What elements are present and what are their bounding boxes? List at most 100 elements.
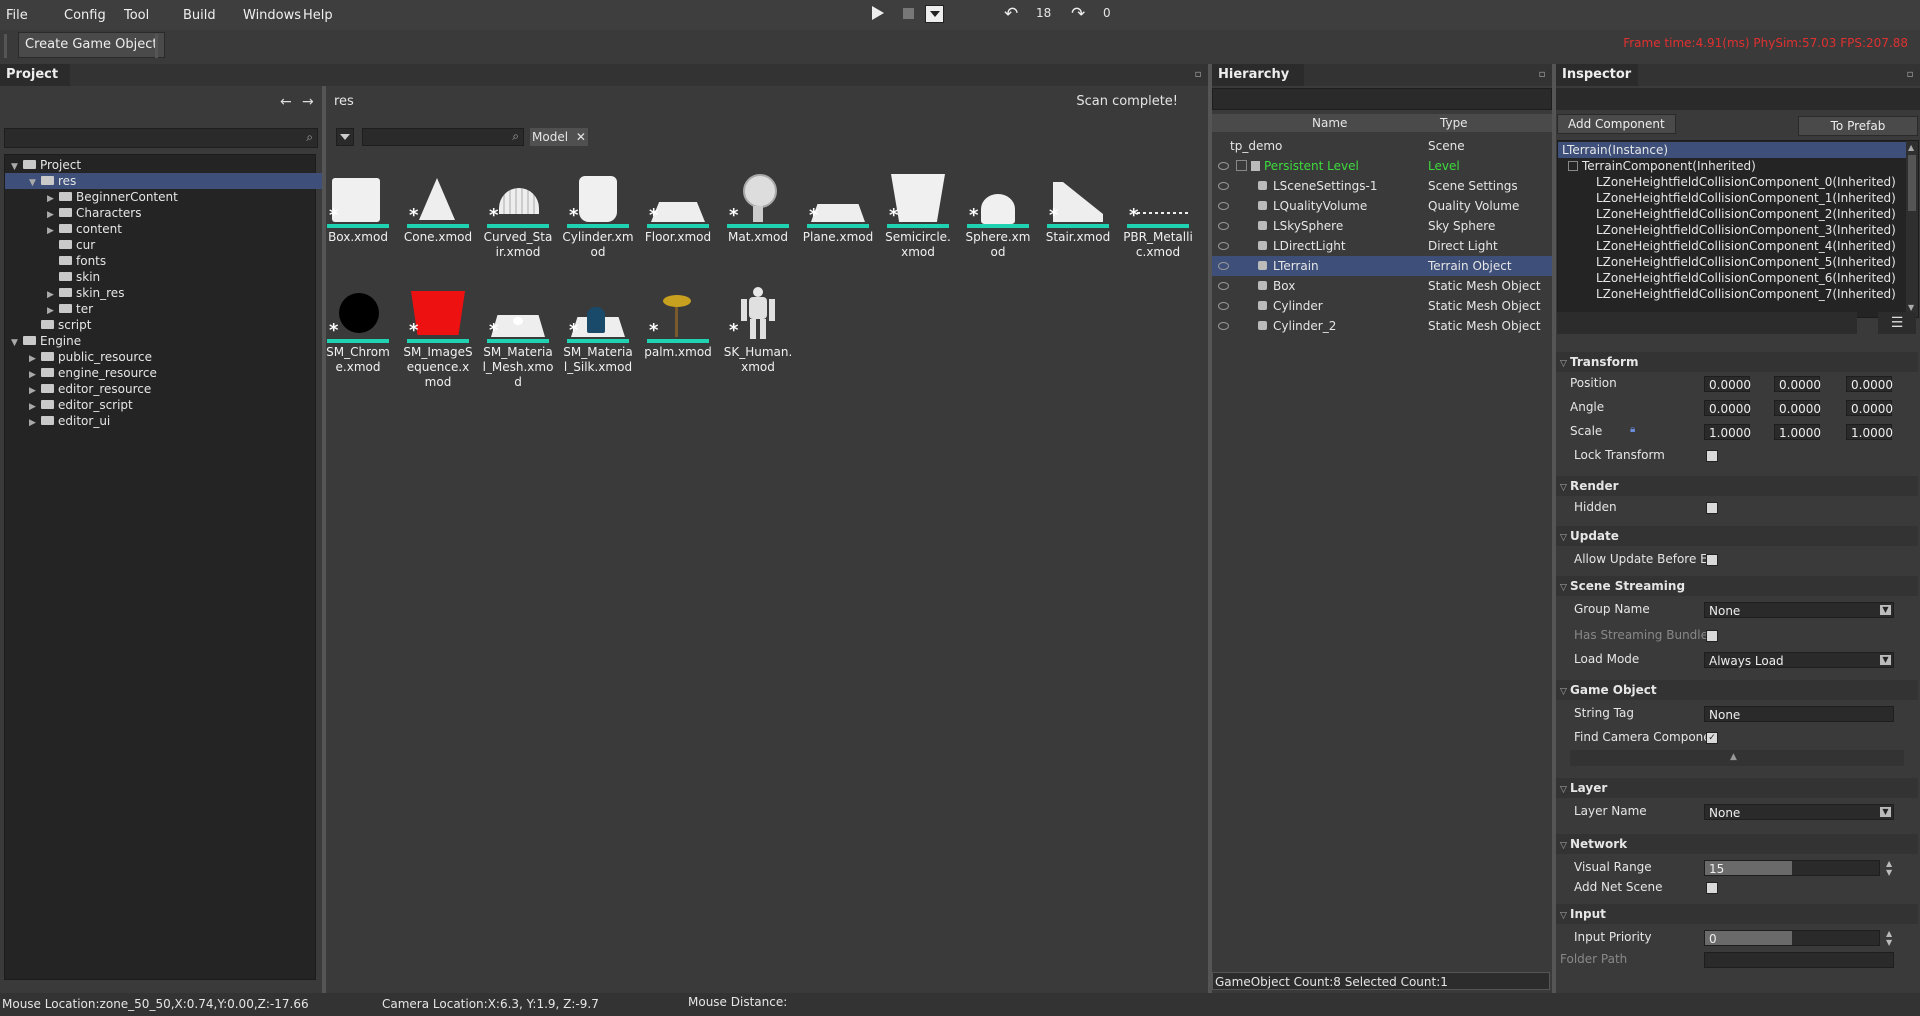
string-tag-input[interactable]: None <box>1704 706 1894 722</box>
hierarchy-row[interactable]: tp_demo Scene <box>1212 136 1552 156</box>
create-game-object-button[interactable]: Create Game Object <box>18 32 165 58</box>
hierarchy-row[interactable]: LQualityVolume Quality Volume <box>1212 196 1552 216</box>
hierarchy-row[interactable]: Persistent Level Level <box>1212 156 1552 176</box>
add-component-button[interactable]: Add Component <box>1557 114 1676 134</box>
transform-section-header[interactable]: ▽ Transform <box>1556 352 1918 372</box>
load-mode-select[interactable]: Always Load ▼ <box>1704 652 1894 668</box>
eye-icon[interactable] <box>1218 282 1229 290</box>
angle-z-field[interactable]: 0.0000 <box>1846 400 1893 416</box>
scale-z-field[interactable]: 1.0000 <box>1846 424 1893 440</box>
component-item[interactable]: LZoneHeightfieldCollisionComponent_2(Inh… <box>1558 206 1918 222</box>
hierarchy-row[interactable]: Cylinder Static Mesh Object <box>1212 296 1552 316</box>
menu-help[interactable]: Help <box>303 8 333 23</box>
collapse-icon[interactable] <box>1236 160 1247 171</box>
close-icon[interactable]: ✕ <box>576 130 586 144</box>
component-item[interactable]: LZoneHeightfieldCollisionComponent_7(Inh… <box>1558 286 1918 302</box>
eye-icon[interactable] <box>1218 302 1229 310</box>
allow-update-checkbox[interactable] <box>1706 554 1718 566</box>
asset-item[interactable]: * SM_Material_Silk.xmod <box>562 287 634 375</box>
tree-item[interactable]: ▶ Characters <box>5 205 355 221</box>
hierarchy-row[interactable]: Box Static Mesh Object <box>1212 276 1552 296</box>
forward-arrow-icon[interactable]: → <box>302 94 314 110</box>
menu-windows[interactable]: Windows <box>243 8 301 23</box>
visual-range-spinbox[interactable]: 15 <box>1704 860 1880 876</box>
filter-dropdown[interactable] <box>336 128 354 146</box>
component-item[interactable]: LTerrain(Instance) <box>1558 142 1908 158</box>
position-z-field[interactable]: 0.0000 <box>1846 376 1893 392</box>
asset-item[interactable]: * Semicircle.xmod <box>882 172 954 260</box>
folder-path-input[interactable] <box>1704 952 1894 968</box>
asset-item[interactable]: * Cylinder.xmod <box>562 172 634 260</box>
asset-item[interactable]: * palm.xmod <box>642 287 714 360</box>
hierarchy-row[interactable]: LSkySphere Sky Sphere <box>1212 216 1552 236</box>
lock-icon[interactable]: 🔒︎ <box>1630 424 1635 435</box>
asset-item[interactable]: * Box.xmod <box>322 172 394 245</box>
eye-icon[interactable] <box>1218 182 1229 190</box>
tree-item[interactable]: ▶ editor_resource <box>5 381 337 397</box>
input-priority-spinbox[interactable]: 0 <box>1704 930 1880 946</box>
list-menu-icon[interactable]: ☰ <box>1878 312 1916 334</box>
redo-icon[interactable]: ↷ <box>1071 4 1085 24</box>
undo-icon[interactable]: ↶ <box>1004 4 1018 24</box>
eye-icon[interactable] <box>1218 262 1229 270</box>
pin-icon[interactable]: ▫ <box>1192 69 1204 81</box>
has-streaming-bundle-checkbox[interactable] <box>1706 630 1718 642</box>
add-net-scene-checkbox[interactable] <box>1706 882 1718 894</box>
asset-item[interactable]: * Sphere.xmod <box>962 172 1034 260</box>
scrollbar[interactable]: ▲ ▼ <box>1906 141 1918 317</box>
stop-icon[interactable] <box>903 8 914 19</box>
play-mode-dropdown[interactable] <box>925 5 944 23</box>
expand-right-icon[interactable]: ▶ <box>29 415 39 431</box>
asset-item[interactable]: * Mat.xmod <box>722 172 794 245</box>
asset-item[interactable]: * Floor.xmod <box>642 172 714 245</box>
menu-config[interactable]: Config <box>64 8 106 23</box>
asset-search-input[interactable]: ⌕ <box>362 128 524 146</box>
angle-x-field[interactable]: 0.0000 <box>1704 400 1751 416</box>
position-x-field[interactable]: 0.0000 <box>1704 376 1751 392</box>
input-section-header[interactable]: ▽ Input <box>1556 904 1918 924</box>
collapse-up-icon[interactable]: ▲ <box>1730 752 1737 762</box>
asset-item[interactable]: * Cone.xmod <box>402 172 474 245</box>
tree-item[interactable]: cur <box>5 237 355 253</box>
spin-arrows-icon[interactable]: ▲ ▼ <box>1886 859 1892 877</box>
column-type[interactable]: Type <box>1440 114 1468 132</box>
lock-transform-checkbox[interactable] <box>1706 450 1718 462</box>
eye-icon[interactable] <box>1218 162 1229 170</box>
scale-x-field[interactable]: 1.0000 <box>1704 424 1751 440</box>
tree-item[interactable]: ▶ engine_resource <box>5 365 337 381</box>
play-icon[interactable] <box>872 6 884 20</box>
asset-item[interactable]: * SM_Material_Mesh.xmod <box>482 287 554 390</box>
network-section-header[interactable]: ▽ Network <box>1556 834 1918 854</box>
update-section-header[interactable]: ▽ Update <box>1556 526 1918 546</box>
asset-item[interactable]: * PBR_Metallic.xmod <box>1122 172 1194 260</box>
layer-name-select[interactable]: None ▼ <box>1704 804 1894 820</box>
component-filter-input[interactable] <box>1557 312 1857 334</box>
asset-item[interactable]: * Curved_Stair.xmod <box>482 172 554 260</box>
tree-item[interactable]: fonts <box>5 253 355 269</box>
asset-item[interactable]: * SM_ImageSequence.xmod <box>402 287 474 390</box>
tree-item[interactable]: skin <box>5 269 355 285</box>
inspector-tab[interactable]: Inspector <box>1556 64 1638 86</box>
eye-icon[interactable] <box>1218 202 1229 210</box>
tree-item[interactable]: ▶ ter <box>5 301 355 317</box>
menu-file[interactable]: File <box>6 8 28 23</box>
tree-item[interactable]: ▶ BeginnerContent <box>5 189 355 205</box>
scroll-down-icon[interactable]: ▼ <box>1908 303 1914 312</box>
tree-item[interactable]: ▼ Project <box>5 157 319 173</box>
menu-build[interactable]: Build <box>183 8 216 23</box>
breadcrumb[interactable]: res <box>334 94 354 109</box>
pin-icon[interactable]: ▫ <box>1904 69 1916 81</box>
tree-item[interactable]: ▶ editor_ui <box>5 413 337 429</box>
render-section-header[interactable]: ▽ Render <box>1556 476 1918 496</box>
to-prefab-button[interactable]: To Prefab <box>1798 116 1918 136</box>
eye-icon[interactable] <box>1218 222 1229 230</box>
column-name[interactable]: Name <box>1312 114 1347 132</box>
hierarchy-search-input[interactable] <box>1212 88 1552 110</box>
asset-item[interactable]: * Plane.xmod <box>802 172 874 245</box>
hierarchy-tab[interactable]: Hierarchy <box>1212 64 1304 86</box>
asset-item[interactable]: * Stair.xmod <box>1042 172 1114 245</box>
inspector-name-input[interactable] <box>1556 88 1920 110</box>
component-item[interactable]: LZoneHeightfieldCollisionComponent_1(Inh… <box>1558 190 1918 206</box>
eye-icon[interactable] <box>1218 322 1229 330</box>
hierarchy-row[interactable]: LDirectLight Direct Light <box>1212 236 1552 256</box>
